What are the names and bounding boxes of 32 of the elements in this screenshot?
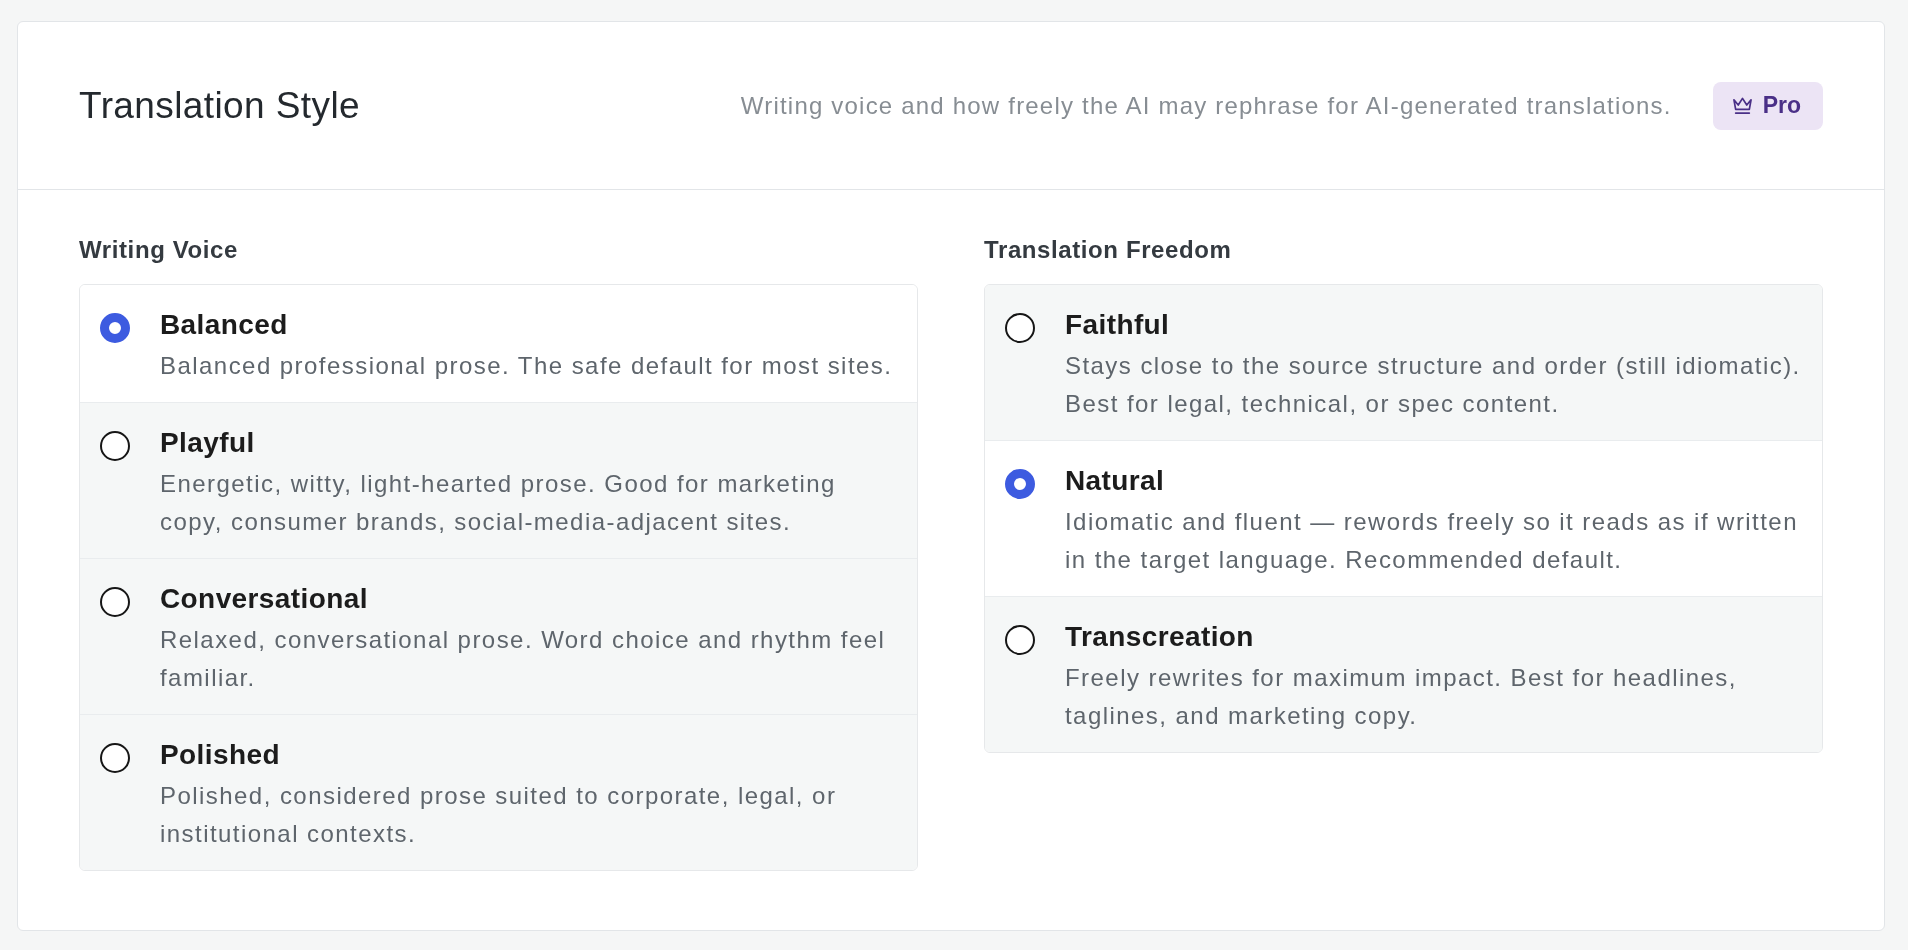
radio-button[interactable] xyxy=(1005,469,1035,499)
option-title: Balanced xyxy=(160,309,289,341)
option-description: Freely rewrites for maximum impact. Best for headlines, taglines, and marketing copy. xyxy=(1065,663,1738,731)
radio-button[interactable] xyxy=(1005,313,1035,343)
option-row[interactable]: Faithful Stays close to the source structure and order (still idiomatic). Best for legal, technical, or spec content. xyxy=(985,285,1822,440)
option-row[interactable]: Conversational Relaxed, conversational prose. Word choice and rhythm feel familiar. xyxy=(80,558,917,714)
option-title: Transcreation xyxy=(1065,621,1255,653)
card-description: Writing voice and how freely the AI may rephrase for AI-generated translations. xyxy=(740,91,1672,120)
option-row[interactable]: Polished Polished, considered prose suited to corporate, legal, or institutional contexts. xyxy=(80,714,917,870)
option-description: Energetic, witty, light-hearted prose. Good for marketing copy, consumer brands, social-media-adjacent sites. xyxy=(160,469,837,537)
card-title: Translation Style xyxy=(79,84,360,127)
option-description: Balanced professional prose. The safe default for most sites. xyxy=(160,351,894,381)
radio-button[interactable] xyxy=(1005,625,1035,655)
radio-button[interactable] xyxy=(100,743,130,773)
radio-button[interactable] xyxy=(100,313,130,343)
badge-label: Pro xyxy=(1762,92,1801,119)
option-title: Conversational xyxy=(160,583,369,615)
option-title: Playful xyxy=(160,427,256,459)
option-title: Polished xyxy=(160,739,281,771)
option-description: Stays close to the source structure and order (still idiomatic). Best for legal, technical, or spec content. xyxy=(1065,351,1802,419)
crown-icon xyxy=(1731,96,1753,115)
option-row[interactable]: Playful Energetic, witty, light-hearted prose. Good for marketing copy, consumer brands, social-media-adjacent sites. xyxy=(80,402,917,558)
option-title: Faithful xyxy=(1065,309,1171,341)
option-description: Relaxed, conversational prose. Word choice and rhythm feel familiar. xyxy=(160,625,887,693)
option-title: Natural xyxy=(1065,465,1166,497)
option-description: Idiomatic and fluent — rewords freely so it reads as if written in the target language. Recommended default. xyxy=(1065,507,1799,575)
option-description: Polished, considered prose suited to corporate, legal, or institutional contexts. xyxy=(160,781,838,849)
radio-button[interactable] xyxy=(100,587,130,617)
option-row[interactable]: Transcreation Freely rewrites for maximum impact. Best for headlines, taglines, and marketing copy. xyxy=(985,596,1822,752)
section-heading: Writing Voice xyxy=(79,235,239,265)
section-heading: Translation Freedom xyxy=(984,235,1233,265)
radio-button[interactable] xyxy=(100,431,130,461)
